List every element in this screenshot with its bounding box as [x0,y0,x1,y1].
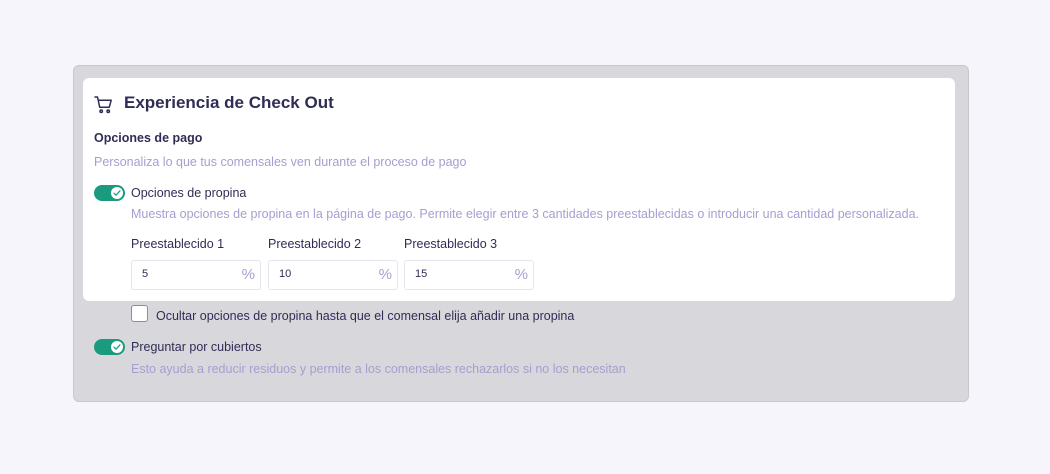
card-title: Experiencia de Check Out [124,93,334,112]
preset-3-label: Preestablecido 3 [404,237,498,251]
percent-suffix: % [514,266,528,283]
preset-3-field[interactable]: % [404,260,534,290]
tips-description: Muestra opciones de propina en la página… [131,207,920,221]
hide-tips-label: Ocultar opciones de propina hasta que el… [156,309,575,323]
payment-options-description: Personaliza lo que tus comensales ven du… [94,155,467,169]
cart-icon [94,95,114,115]
cutlery-description: Esto ayuda a reducir residuos y permite … [131,362,626,376]
cutlery-label: Preguntar por cubiertos [131,340,262,354]
cutlery-toggle[interactable] [94,339,125,355]
tips-toggle[interactable] [94,185,125,201]
preset-2-label: Preestablecido 2 [268,237,362,251]
hide-tips-checkbox[interactable] [131,305,148,322]
preset-2-input[interactable] [279,268,369,280]
preset-1-label: Preestablecido 1 [131,237,225,251]
preset-3-input[interactable] [415,268,505,280]
tips-label: Opciones de propina [131,186,247,200]
toggle-knob [111,187,123,199]
preset-1-field[interactable]: % [131,260,261,290]
preset-1-input[interactable] [142,268,232,280]
preset-2-field[interactable]: % [268,260,398,290]
percent-suffix: % [241,266,255,283]
toggle-knob [111,341,123,353]
percent-suffix: % [378,266,392,283]
payment-options-heading: Opciones de pago [94,131,203,145]
check-icon [113,190,121,196]
check-icon [113,344,121,350]
